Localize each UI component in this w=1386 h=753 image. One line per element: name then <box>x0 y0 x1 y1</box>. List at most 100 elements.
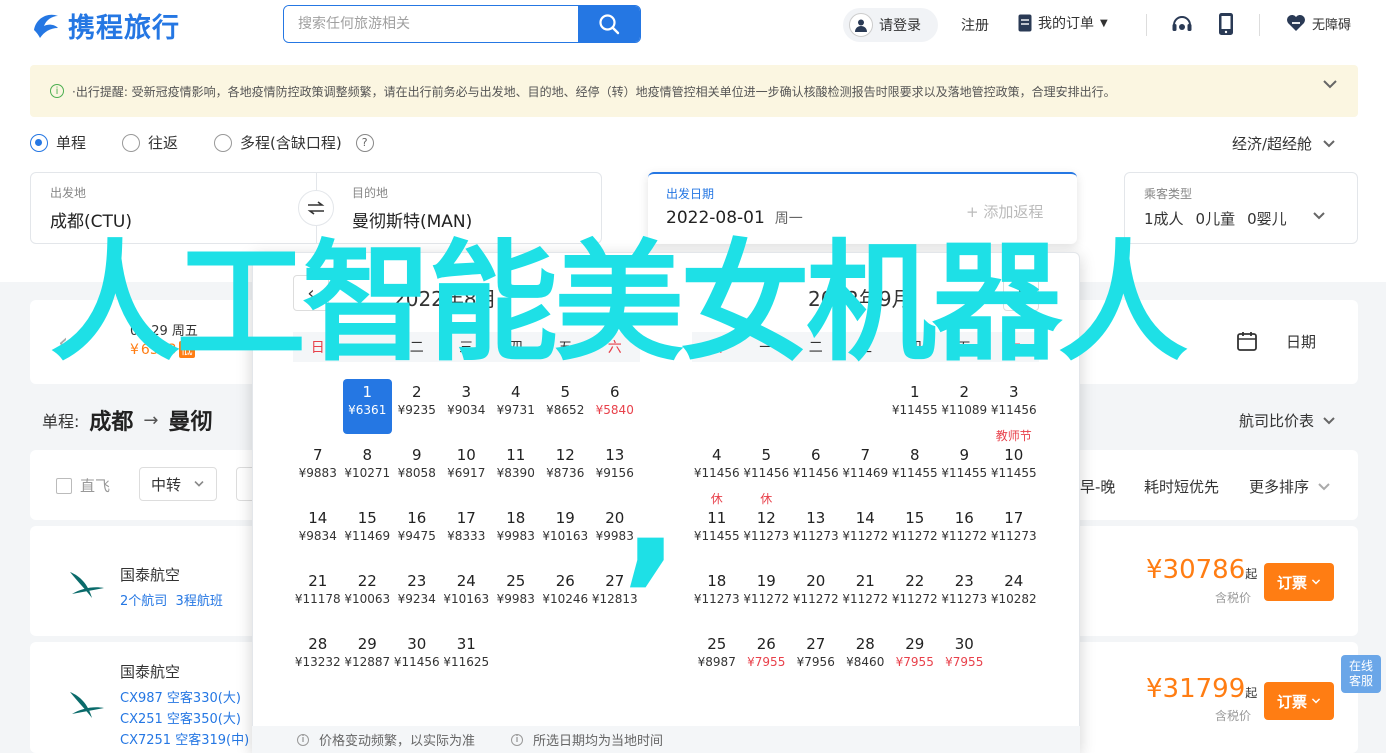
swap-button[interactable] <box>298 190 334 226</box>
calendar-day[interactable]: 25 ¥8987 <box>692 631 742 686</box>
calendar-day[interactable]: 2 ¥9235 <box>392 379 442 434</box>
flight-segment[interactable]: CX987 空客330(大) <box>120 687 241 706</box>
calendar-day[interactable]: 9 ¥11455 <box>940 442 990 497</box>
calendar-day[interactable]: 22 ¥10063 <box>343 568 393 623</box>
calendar-day[interactable]: 10 ¥6917 <box>442 442 492 497</box>
day-price: ¥7955 <box>895 655 934 669</box>
calendar-day[interactable]: 31 ¥11625 <box>442 631 492 686</box>
calendar-day[interactable]: 11 ¥8390 <box>491 442 541 497</box>
calendar-day[interactable]: 3 ¥9034 <box>442 379 492 434</box>
calendar-day[interactable]: 24 ¥10163 <box>442 568 492 623</box>
add-return-button[interactable]: + 添加返程 <box>966 201 1043 222</box>
calendar-day[interactable]: 教师节 10 ¥11455 <box>989 429 1039 497</box>
trip-type-oneway[interactable]: 单程 <box>30 132 86 153</box>
calendar-day[interactable]: 21 ¥11178 <box>293 568 343 623</box>
sort-shortest[interactable]: 耗时短优先 <box>1144 476 1219 497</box>
trip-type-multi[interactable]: 多程(含缺口程) ? <box>214 132 374 153</box>
day-number: 17 <box>1004 509 1024 527</box>
mobile-app-icon[interactable] <box>1218 12 1234 40</box>
origin-field[interactable]: 出发地 成都(CTU) <box>50 184 132 232</box>
calendar-day[interactable]: 28 ¥13232 <box>293 631 343 686</box>
low-price-calendar-button[interactable]: 日期 <box>1236 330 1316 352</box>
destination-field[interactable]: 目的地 曼彻斯特(MAN) <box>352 184 472 232</box>
book-button[interactable]: 订票 <box>1264 682 1334 720</box>
calendar-day[interactable]: 1 ¥11455 <box>890 379 940 434</box>
transfer-filter[interactable]: 中转 <box>139 467 217 501</box>
calendar-day[interactable]: 休 11 ¥11455 <box>692 492 742 560</box>
calendar-day[interactable]: 16 ¥11272 <box>940 505 990 560</box>
calendar-day[interactable]: 休 12 ¥11273 <box>742 492 792 560</box>
calendar-day[interactable]: 17 ¥11273 <box>989 505 1039 560</box>
calendar-day[interactable]: 19 ¥11272 <box>742 568 792 623</box>
calendar-day[interactable]: 8 ¥10271 <box>343 442 393 497</box>
logo[interactable]: 携程旅行 <box>30 8 180 44</box>
sort-early-late[interactable]: 早-晚 <box>1080 476 1115 497</box>
direct-only-checkbox[interactable]: 直飞 <box>56 475 110 496</box>
search-input[interactable] <box>284 6 578 42</box>
calendar-day[interactable]: 7 ¥9883 <box>293 442 343 497</box>
calendar-day[interactable]: 8 ¥11455 <box>890 442 940 497</box>
online-service-widget[interactable]: 在线 客服 <box>1341 655 1381 693</box>
calendar-day[interactable]: 1 ¥6361 <box>342 379 392 434</box>
calendar-day[interactable]: 18 ¥11273 <box>692 568 742 623</box>
calendar-day[interactable]: 26 ¥7955 <box>742 631 792 686</box>
register-link[interactable]: 注册 <box>961 15 989 35</box>
calendar-day[interactable]: 9 ¥8058 <box>392 442 442 497</box>
calendar-day[interactable]: 22 ¥11272 <box>890 568 940 623</box>
calendar-day[interactable]: 2 ¥11089 <box>940 379 990 434</box>
calendar-day[interactable]: 30 ¥7955 <box>940 631 990 686</box>
calendar-day[interactable]: 23 ¥9234 <box>392 568 442 623</box>
calendar-day[interactable]: 20 ¥11272 <box>791 568 841 623</box>
calendar-day[interactable]: 4 ¥9731 <box>491 379 541 434</box>
calendar-day[interactable]: 14 ¥11272 <box>841 505 891 560</box>
notice-text: ·出行提醒: 受新冠疫情影响，各地疫情防控政策调整频繁，请在出行前务必与出发地、… <box>72 84 1116 99</box>
calendar-day[interactable]: 4 ¥11456 <box>692 442 742 497</box>
flight-details[interactable]: 2个航司 3程航班 <box>120 590 223 609</box>
calendar-day[interactable]: 14 ¥9834 <box>293 505 343 560</box>
trip-type-roundtrip[interactable]: 往返 <box>122 132 178 153</box>
calendar-day[interactable]: 27 ¥7956 <box>791 631 841 686</box>
calendar-day[interactable]: 18 ¥9983 <box>491 505 541 560</box>
calendar-day[interactable]: 6 ¥11456 <box>791 442 841 497</box>
calendar-day[interactable]: 25 ¥9983 <box>491 568 541 623</box>
calendar-day[interactable]: 3 ¥11456 <box>989 379 1039 434</box>
calendar-day[interactable]: 16 ¥9475 <box>392 505 442 560</box>
calendar-day[interactable]: 23 ¥11273 <box>940 568 990 623</box>
calendar-day[interactable]: 19 ¥10163 <box>541 505 591 560</box>
book-button[interactable]: 订票 <box>1264 563 1334 601</box>
search-button[interactable] <box>578 6 640 42</box>
calendar-day[interactable]: 15 ¥11272 <box>890 505 940 560</box>
customer-service-icon[interactable] <box>1170 12 1194 40</box>
calendar-day[interactable]: 5 ¥8652 <box>541 379 591 434</box>
flight-segment[interactable]: CX251 空客350(大) <box>120 708 241 727</box>
calendar-day[interactable]: 13 ¥11273 <box>791 505 841 560</box>
calendar-day[interactable]: 26 ¥10246 <box>541 568 591 623</box>
calendar-day[interactable]: 15 ¥11469 <box>343 505 393 560</box>
help-icon[interactable]: ? <box>355 133 374 152</box>
day-number: 14 <box>308 509 328 527</box>
calendar-day[interactable]: 30 ¥11456 <box>392 631 442 686</box>
calendar-day[interactable]: 29 ¥7955 <box>890 631 940 686</box>
day-number: 12 <box>555 446 575 464</box>
accessibility-button[interactable]: 无障碍 <box>1285 13 1351 33</box>
calendar-day[interactable]: 12 ¥8736 <box>541 442 591 497</box>
day-number: 8 <box>362 446 373 464</box>
day-number: 16 <box>407 509 427 527</box>
calendar-day[interactable]: 6 ¥5840 <box>590 379 640 434</box>
day-number: 8 <box>909 446 920 464</box>
calendar-day[interactable]: 28 ¥8460 <box>841 631 891 686</box>
calendar-day[interactable]: 24 ¥10282 <box>989 568 1039 623</box>
more-sort-select[interactable]: 更多排序 <box>1249 476 1331 497</box>
airline-compare-toggle[interactable]: 航司比价表 <box>1239 410 1336 431</box>
my-orders-menu[interactable]: 我的订单 ▼ <box>1018 13 1108 33</box>
notice-chevron-down-icon[interactable] <box>1322 78 1338 94</box>
calendar-day[interactable]: 5 ¥11456 <box>742 442 792 497</box>
login-button[interactable]: 请登录 <box>843 8 938 42</box>
day-price: ¥11272 <box>842 592 889 606</box>
calendar-day[interactable]: 17 ¥8333 <box>442 505 492 560</box>
flight-segment[interactable]: CX7251 空客319(中) <box>120 729 249 748</box>
calendar-day[interactable]: 21 ¥11272 <box>841 568 891 623</box>
calendar-day[interactable]: 7 ¥11469 <box>841 442 891 497</box>
cabin-class-select[interactable]: 经济/超经舱 <box>1232 133 1336 154</box>
calendar-day[interactable]: 29 ¥12887 <box>343 631 393 686</box>
